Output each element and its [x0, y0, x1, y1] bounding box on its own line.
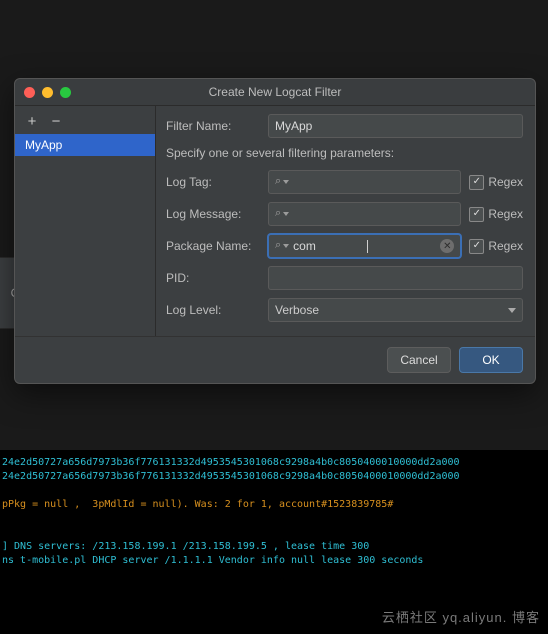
form-description: Specify one or several filtering paramet… — [166, 146, 523, 160]
create-logcat-filter-dialog: Create New Logcat Filter + − MyApp Filte… — [14, 78, 536, 384]
log-level-value: Verbose — [275, 303, 319, 317]
remove-filter-button[interactable]: − — [49, 114, 63, 128]
pid-input[interactable] — [268, 266, 523, 290]
search-icon: ⌕ — [275, 175, 281, 188]
package-name-value: com — [293, 239, 366, 253]
dialog-footer: Cancel OK — [15, 336, 535, 383]
log-message-input[interactable]: ⌕ — [268, 202, 461, 226]
log-message-regex-label: Regex — [488, 207, 523, 221]
dialog-title: Create New Logcat Filter — [15, 85, 535, 99]
pid-label: PID: — [166, 271, 268, 285]
console-line: pPkg = null , 3pMdlId = null). Was: 2 fo… — [2, 498, 546, 512]
log-tag-regex-label: Regex — [488, 175, 523, 189]
log-tag-input[interactable]: ⌕ — [268, 170, 461, 194]
checkbox-icon: ✓ — [469, 175, 484, 190]
package-name-input[interactable]: ⌕ com ✕ — [268, 234, 461, 258]
package-name-label: Package Name: — [166, 239, 268, 253]
console-line: ] DNS servers: /213.158.199.1 /213.158.1… — [2, 540, 546, 554]
log-message-regex-checkbox[interactable]: ✓ Regex — [469, 207, 523, 222]
log-tag-label: Log Tag: — [166, 175, 268, 189]
console-line: 24e2d50727a656d7973b36f776131332d4953545… — [2, 456, 546, 470]
checkbox-icon: ✓ — [469, 207, 484, 222]
log-message-label: Log Message: — [166, 207, 268, 221]
log-level-label: Log Level: — [166, 303, 268, 317]
filter-list: MyApp — [15, 134, 155, 156]
cancel-button-label: Cancel — [400, 353, 437, 367]
add-filter-button[interactable]: + — [25, 114, 39, 128]
ok-button[interactable]: OK — [459, 347, 523, 373]
console-line — [2, 512, 546, 526]
filter-name-value: MyApp — [275, 119, 516, 133]
search-icon: ⌕ — [275, 207, 281, 220]
console-line — [2, 526, 546, 540]
package-name-regex-label: Regex — [488, 239, 523, 253]
console-line: ns t-mobile.pl DHCP server /1.1.1.1 Vend… — [2, 554, 546, 568]
console-line — [2, 484, 546, 498]
filter-sidebar: + − MyApp — [15, 106, 156, 336]
checkbox-icon: ✓ — [469, 239, 484, 254]
log-level-select[interactable]: Verbose — [268, 298, 523, 322]
watermark-text: 云栖社区 yq.aliyun. 博客 — [382, 607, 540, 626]
text-caret — [367, 240, 368, 253]
chevron-down-icon — [283, 212, 289, 216]
chevron-down-icon — [283, 244, 289, 248]
chevron-down-icon — [508, 308, 516, 313]
cancel-button[interactable]: Cancel — [387, 347, 451, 373]
search-icon: ⌕ — [275, 239, 281, 252]
ok-button-label: OK — [482, 353, 499, 367]
clear-icon[interactable]: ✕ — [440, 239, 454, 253]
sidebar-item-filter[interactable]: MyApp — [15, 134, 155, 156]
filter-name-input[interactable]: MyApp — [268, 114, 523, 138]
dialog-titlebar: Create New Logcat Filter — [15, 79, 535, 106]
package-name-regex-checkbox[interactable]: ✓ Regex — [469, 239, 523, 254]
chevron-down-icon — [283, 180, 289, 184]
console-line: 24e2d50727a656d7973b36f776131332d4953545… — [2, 470, 546, 484]
log-tag-regex-checkbox[interactable]: ✓ Regex — [469, 175, 523, 190]
filter-form: Filter Name: MyApp Specify one or severa… — [156, 106, 535, 336]
filter-name-label: Filter Name: — [166, 119, 268, 133]
